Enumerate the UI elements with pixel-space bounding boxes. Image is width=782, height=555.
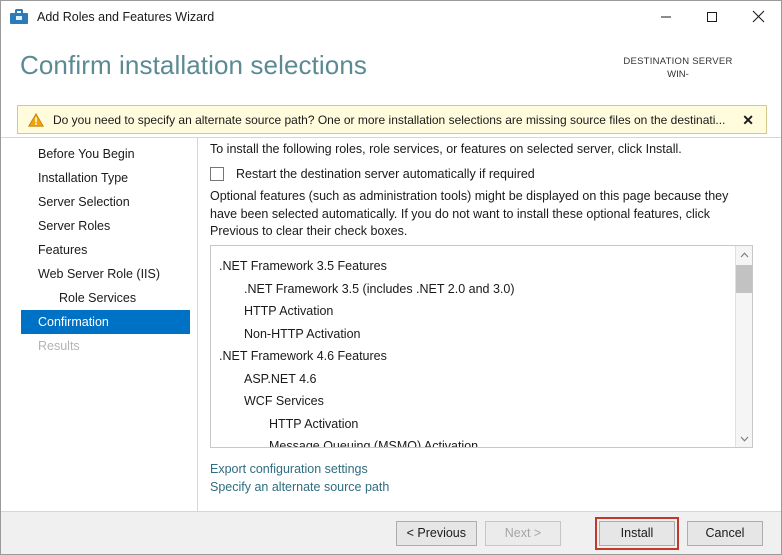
list-item: .NET Framework 3.5 Features	[211, 255, 736, 278]
next-button: Next >	[485, 521, 561, 546]
install-button[interactable]: Install	[599, 521, 675, 546]
title-bar: Add Roles and Features Wizard	[1, 1, 781, 32]
list-item: Message Queuing (MSMQ) Activation	[211, 435, 736, 448]
toolbox-icon	[10, 8, 28, 26]
sidebar-item-server-roles[interactable]: Server Roles	[21, 214, 190, 238]
restart-server-checkbox[interactable]	[210, 167, 224, 181]
sidebar-item-role-services[interactable]: Role Services	[21, 286, 190, 310]
wizard-footer: < Previous Next > Install Cancel	[1, 511, 781, 554]
add-roles-features-wizard-window: Add Roles and Features Wizard Confirm in…	[0, 0, 782, 555]
scrollbar-thumb[interactable]	[736, 265, 753, 293]
minimize-icon[interactable]	[643, 1, 689, 32]
install-button-highlight: Install	[595, 517, 679, 550]
cancel-button[interactable]: Cancel	[687, 521, 763, 546]
warning-close-icon[interactable]: ✕	[742, 113, 754, 127]
destination-server-name: WIN-	[593, 68, 763, 81]
sidebar-item-before-you-begin[interactable]: Before You Begin	[21, 142, 190, 166]
restart-server-label: Restart the destination server automatic…	[236, 167, 535, 181]
warning-notification-bar: Do you need to specify an alternate sour…	[17, 105, 767, 134]
sidebar-item-results: Results	[21, 334, 190, 358]
export-configuration-settings-link[interactable]: Export configuration settings	[210, 460, 389, 478]
optional-features-note: Optional features (such as administratio…	[210, 188, 752, 241]
destination-server-info: DESTINATION SERVER WIN-	[593, 55, 763, 81]
wizard-links: Export configuration settings Specify an…	[210, 460, 389, 496]
wizard-body: Before You Begin Installation Type Serve…	[1, 137, 782, 512]
features-list-scrollbar[interactable]	[735, 246, 752, 447]
previous-button[interactable]: < Previous	[396, 521, 477, 546]
chevron-down-icon[interactable]	[736, 430, 753, 447]
close-icon[interactable]	[735, 1, 781, 32]
page-header: Confirm installation selections DESTINAT…	[1, 32, 781, 102]
sidebar-item-features[interactable]: Features	[21, 238, 190, 262]
window-title: Add Roles and Features Wizard	[37, 10, 214, 24]
list-item: HTTP Activation	[211, 413, 736, 436]
selected-features-listbox[interactable]: .NET Framework 3.5 Features .NET Framewo…	[210, 245, 753, 448]
list-item: WCF Services	[211, 390, 736, 413]
install-instructions: To install the following roles, role ser…	[210, 142, 682, 156]
restart-server-row[interactable]: Restart the destination server automatic…	[210, 167, 535, 181]
sidebar-item-web-server-role-iis[interactable]: Web Server Role (IIS)	[21, 262, 190, 286]
warning-triangle-icon	[28, 113, 44, 127]
sidebar-item-confirmation[interactable]: Confirmation	[21, 310, 190, 334]
destination-server-label: DESTINATION SERVER	[593, 55, 763, 68]
sidebar-item-server-selection[interactable]: Server Selection	[21, 190, 190, 214]
window-controls	[643, 1, 781, 32]
warning-message: Do you need to specify an alternate sour…	[53, 113, 736, 127]
sidebar-item-installation-type[interactable]: Installation Type	[21, 166, 190, 190]
list-item: HTTP Activation	[211, 300, 736, 323]
list-item: ASP.NET 4.6	[211, 368, 736, 391]
main-content-panel: To install the following roles, role ser…	[199, 138, 782, 512]
specify-alternate-source-path-link[interactable]: Specify an alternate source path	[210, 478, 389, 496]
list-item: .NET Framework 4.6 Features	[211, 345, 736, 368]
list-item: Non-HTTP Activation	[211, 323, 736, 346]
wizard-navigation-sidebar: Before You Begin Installation Type Serve…	[1, 138, 198, 512]
page-title: Confirm installation selections	[20, 50, 367, 81]
maximize-icon[interactable]	[689, 1, 735, 32]
features-list: .NET Framework 3.5 Features .NET Framewo…	[211, 246, 736, 448]
list-item: .NET Framework 3.5 (includes .NET 2.0 an…	[211, 278, 736, 301]
chevron-up-icon[interactable]	[736, 246, 753, 263]
